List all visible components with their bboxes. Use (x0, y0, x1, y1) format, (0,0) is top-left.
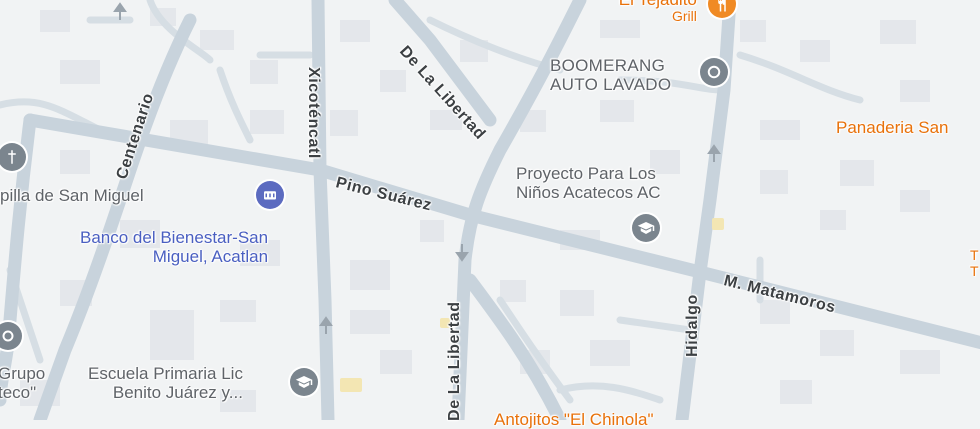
place-label-grupo[interactable]: Grupo teco" (0, 364, 45, 402)
place-name-line2: T (970, 262, 979, 279)
place-label-panaderia[interactable]: Panaderia San (836, 118, 948, 137)
school-icon[interactable] (632, 214, 660, 242)
school-icon[interactable] (290, 368, 318, 396)
place-name-line1: Grupo (0, 364, 46, 383)
place-label-boomerang[interactable]: BOOMERANG AUTO LAVADO (550, 56, 671, 94)
place-name-line2: Niños Acatecos AC (516, 183, 661, 203)
place-name-line1: T (970, 247, 979, 263)
place-name-line2: Benito Juárez y... (112, 383, 243, 403)
place-name-line2: Miguel, Acatlan (152, 247, 269, 267)
place-label-banco[interactable]: Banco del Bienestar-San Miguel, Acatlan (80, 228, 268, 266)
street-label-de-la-libertad-south: De La Libertad (446, 301, 464, 421)
place-name-line1: Escuela Primaria Lic (88, 364, 243, 383)
place-category: Grill (672, 8, 697, 25)
place-label-escuela[interactable]: Escuela Primaria Lic Benito Juárez y... (88, 364, 243, 402)
street-label-hidalgo: Hidalgo (684, 294, 702, 357)
place-name-line2: AUTO LAVADO (550, 75, 672, 95)
street-label-xicotencatl: Xicoténcatl (304, 66, 322, 159)
place-label-proyecto[interactable]: Proyecto Para Los Niños Acatecos AC (516, 164, 661, 202)
place-name-line1: Proyecto Para Los (516, 164, 656, 183)
place-label-edge-t[interactable]: T T (970, 247, 979, 279)
bank-icon[interactable] (256, 181, 284, 209)
car-wash-icon[interactable] (700, 58, 728, 86)
place-label-capilla[interactable]: pilla de San Miguel (0, 186, 144, 205)
place-name-line1: Banco del Bienestar-San (80, 228, 269, 247)
place-name-line1: BOOMERANG (550, 56, 666, 75)
place-label-el-tejadito[interactable]: El Tejadito Grill (602, 0, 697, 25)
place-name-line2: teco" (0, 383, 37, 403)
map-canvas[interactable] (0, 0, 980, 420)
